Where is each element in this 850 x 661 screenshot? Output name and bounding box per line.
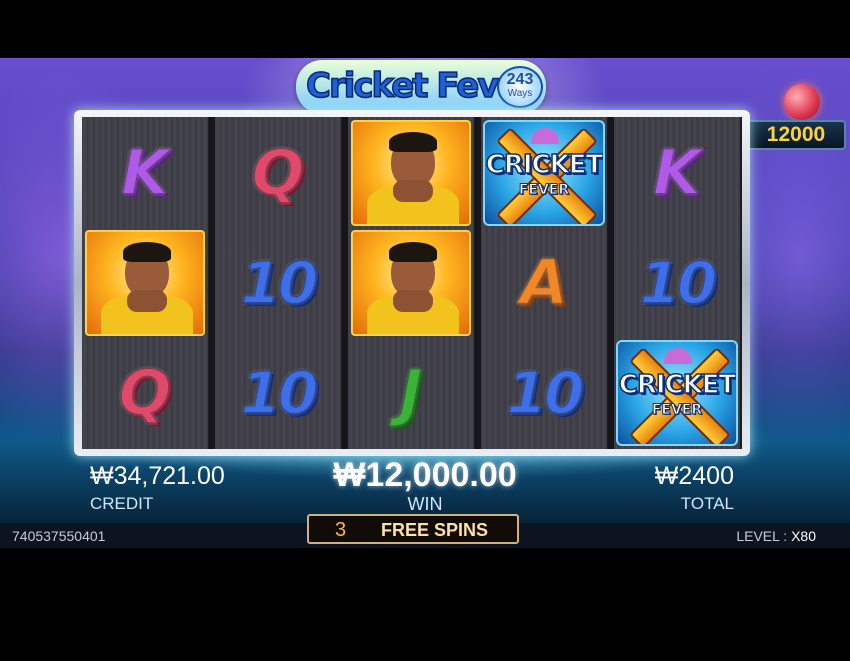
ways-number: 243 — [506, 71, 534, 88]
symbol-q: Q — [215, 118, 341, 228]
symbol-wild: CRICKET FEVER — [614, 338, 740, 448]
symbol-cricket-player — [82, 228, 208, 338]
game-round-id: 740537550401 — [12, 528, 106, 544]
symbol-glyph: 10 — [240, 359, 320, 427]
free-spins-count: 3 — [335, 519, 347, 541]
reel-divider — [474, 117, 481, 449]
ways-badge: 243 Ways — [497, 66, 543, 108]
wild-cricket-fever-icon: CRICKET FEVER — [483, 120, 605, 226]
reel-divider — [341, 117, 348, 449]
symbol-glyph: Q — [251, 136, 306, 209]
symbol-glyph: K — [120, 136, 170, 209]
cricket-player-icon — [351, 120, 471, 226]
reel-divider — [208, 117, 215, 449]
symbol-10: 10 — [614, 228, 740, 338]
free-spins-label: FREE SPINS — [381, 520, 489, 540]
level-indicator: LEVEL : X80 — [736, 528, 816, 544]
reel-divider — [607, 117, 614, 449]
symbol-10: 10 — [481, 338, 607, 448]
cricket-player-icon — [351, 230, 471, 336]
symbol-wild: CRICKET FEVER — [481, 118, 607, 228]
game-logo: Cricket Fever 243 Ways — [296, 60, 546, 114]
symbol-k: K — [614, 118, 740, 228]
symbol-glyph: K — [652, 136, 702, 209]
wild-cricket-fever-icon: CRICKET FEVER — [616, 340, 738, 446]
symbol-10: 10 — [215, 228, 341, 338]
reel-grid: K Q Q 10 10 J CRICKET FEVER A 10 K 10 CRICKET FEVER — [82, 117, 742, 449]
wild-line1: CRICKET — [618, 369, 736, 401]
total-bet-label: TOTAL — [680, 494, 734, 513]
symbol-glyph: 10 — [639, 249, 719, 317]
jackpot-value: 12000 — [746, 120, 846, 150]
symbol-10: 10 — [215, 338, 341, 448]
cricket-player-icon — [85, 230, 205, 336]
symbol-glyph: A — [519, 246, 569, 319]
symbol-k: K — [82, 118, 208, 228]
symbol-glyph: 10 — [506, 359, 586, 427]
level-value: X80 — [791, 528, 816, 544]
wild-line2: FEVER — [518, 182, 570, 199]
symbol-cricket-player — [348, 228, 474, 338]
free-spins-panel: 3 FREE SPINS — [307, 514, 519, 544]
symbol-glyph: Q — [118, 356, 173, 429]
game-stage: Cricket Fever 243 Ways 12000 K Q Q 10 10 J CRI… — [0, 58, 850, 548]
total-bet-value[interactable]: ₩2400 — [655, 462, 734, 491]
cricket-ball-icon — [784, 84, 820, 120]
level-label: LEVEL : — [736, 528, 788, 544]
symbol-j: J — [348, 338, 474, 448]
ways-label: Ways — [507, 88, 533, 99]
wild-line2: FEVER — [651, 402, 703, 419]
symbol-a: A — [481, 228, 607, 338]
symbol-glyph: J — [398, 356, 423, 429]
reel-frame: K Q Q 10 10 J CRICKET FEVER A 10 K 10 CRICKET FEVER — [74, 110, 750, 456]
wild-line1: CRICKET — [485, 149, 603, 181]
symbol-q: Q — [82, 338, 208, 448]
symbol-glyph: 10 — [240, 249, 320, 317]
symbol-cricket-player — [348, 118, 474, 228]
